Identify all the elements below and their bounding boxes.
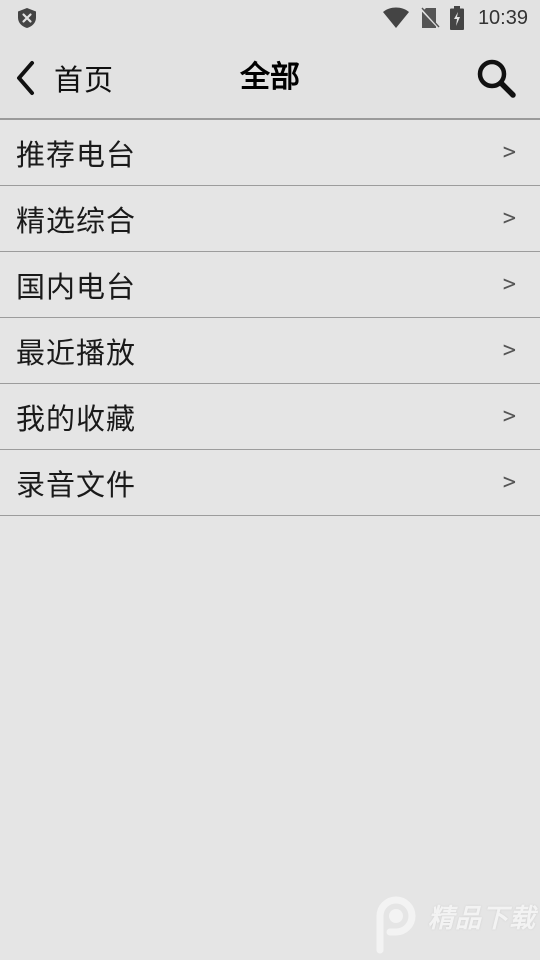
chevron-right-icon: > — [502, 272, 516, 297]
list-item-label: 精选综合 — [16, 203, 137, 238]
status-bar: 10:39 — [0, 0, 540, 36]
chevron-right-icon: > — [502, 206, 516, 231]
list-item-label: 录音文件 — [16, 467, 137, 502]
back-button[interactable]: 首页 — [10, 56, 114, 100]
list-item-featured[interactable]: 精选综合 > — [0, 186, 540, 252]
status-icons: 10:39 — [382, 0, 528, 36]
no-sim-icon — [420, 7, 440, 29]
category-list: 推荐电台 > 精选综合 > 国内电台 > 最近播放 > 我的收藏 > 录音文件 … — [0, 120, 540, 516]
list-item-recordings[interactable]: 录音文件 > — [0, 450, 540, 516]
back-label: 首页 — [54, 63, 115, 97]
list-item-recent[interactable]: 最近播放 > — [0, 318, 540, 384]
shield-x-icon — [18, 8, 36, 28]
watermark-logo-icon — [376, 896, 416, 954]
list-item-favorites[interactable]: 我的收藏 > — [0, 384, 540, 450]
list-item-recommended[interactable]: 推荐电台 > — [0, 120, 540, 186]
watermark: 精品下载 — [368, 894, 538, 956]
list-item-label: 推荐电台 — [16, 137, 137, 172]
search-icon[interactable] — [474, 56, 518, 100]
watermark-text: 精品下载 — [428, 904, 537, 934]
list-item-label: 最近播放 — [16, 335, 137, 370]
list-item-label: 国内电台 — [16, 269, 137, 304]
list-item-label: 我的收藏 — [16, 401, 137, 436]
chevron-right-icon: > — [502, 140, 516, 165]
list-item-domestic[interactable]: 国内电台 > — [0, 252, 540, 318]
chevron-right-icon: > — [502, 338, 516, 363]
chevron-right-icon: > — [502, 470, 516, 495]
chevron-right-icon: > — [502, 404, 516, 429]
app-header: 首页 全部 — [0, 36, 540, 120]
status-time: 10:39 — [477, 6, 528, 29]
battery-charging-icon — [449, 6, 464, 30]
chevron-left-icon — [17, 61, 34, 95]
wifi-icon — [382, 7, 409, 28]
